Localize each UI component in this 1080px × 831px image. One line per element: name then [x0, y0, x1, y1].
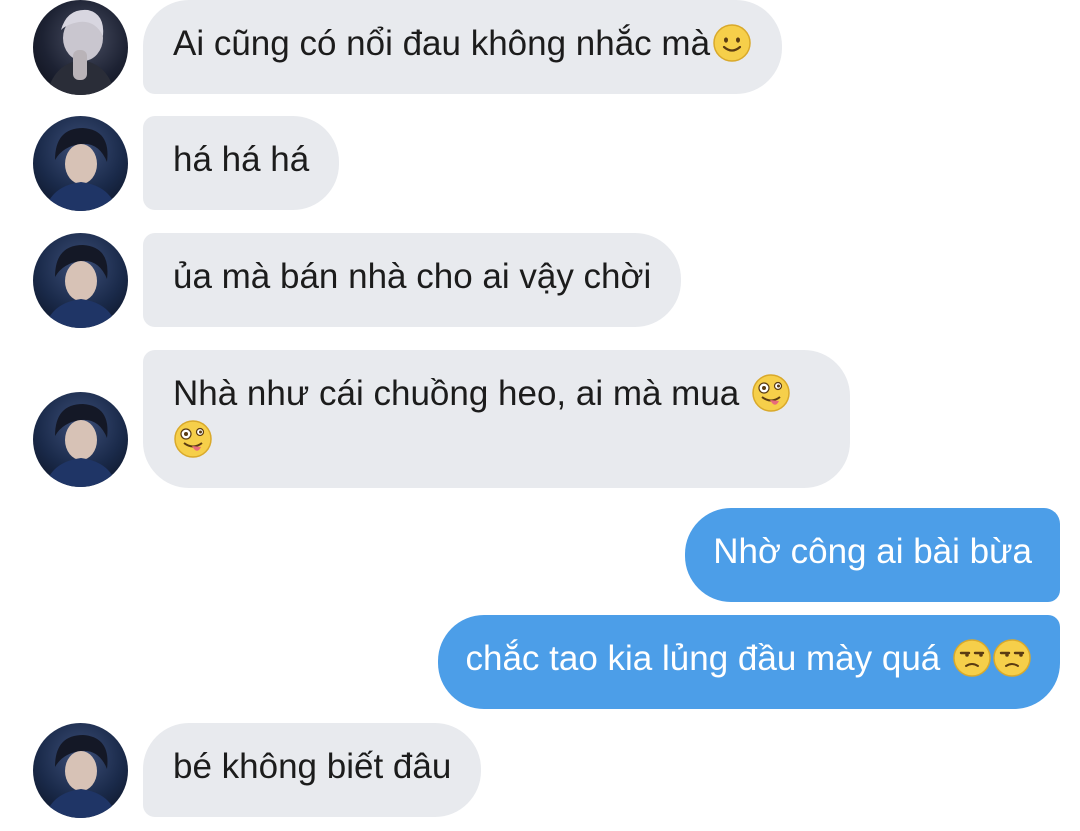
- message-text: Nhờ công ai bài bừa: [713, 532, 1032, 571]
- incoming-message[interactable]: ủa mà bán nhà cho ai vậy chời: [143, 233, 682, 327]
- outgoing-message[interactable]: Nhờ công ai bài bừa: [685, 508, 1060, 602]
- incoming-message[interactable]: Nhà như cái chuồng heo, ai mà mua: [143, 350, 850, 488]
- incoming-message[interactable]: há há há: [143, 116, 340, 210]
- avatar-photo: [45, 245, 117, 328]
- avatar-photo: [45, 404, 117, 487]
- message-text: Nhà như cái chuồng heo, ai mà mua: [173, 374, 740, 413]
- message-text: há há há: [173, 140, 310, 179]
- incoming-message[interactable]: Ai cũng có nổi đau không nhắc mà: [143, 0, 783, 94]
- chat-thread: Ai cũng có nổi đau không nhắc mà há há h…: [0, 0, 1080, 831]
- message-text: chắc tao kia lủng đầu mày quá: [465, 639, 941, 678]
- unamused-face-icon: [992, 638, 1032, 678]
- unamused-face-icon: [952, 638, 992, 678]
- message-text: ủa mà bán nhà cho ai vậy chời: [173, 257, 652, 296]
- contact-avatar[interactable]: [33, 233, 128, 328]
- avatar-photo: [47, 9, 115, 95]
- outgoing-message[interactable]: chắc tao kia lủng đầu mày quá: [437, 615, 1060, 709]
- message-text: Ai cũng có nổi đau không nhắc mà: [173, 24, 711, 63]
- contact-avatar[interactable]: [33, 116, 128, 211]
- contact-avatar[interactable]: [33, 392, 128, 487]
- zany-face-icon: [173, 419, 213, 459]
- avatar-photo: [45, 735, 117, 818]
- contact-avatar[interactable]: [33, 723, 128, 818]
- contact-avatar[interactable]: [33, 0, 128, 95]
- message-text: bé không biết đâu: [173, 747, 452, 786]
- incoming-message[interactable]: bé không biết đâu: [143, 723, 482, 817]
- avatar-photo: [45, 128, 117, 211]
- zany-face-icon: [751, 373, 791, 413]
- smiling-face-icon: [712, 23, 752, 63]
